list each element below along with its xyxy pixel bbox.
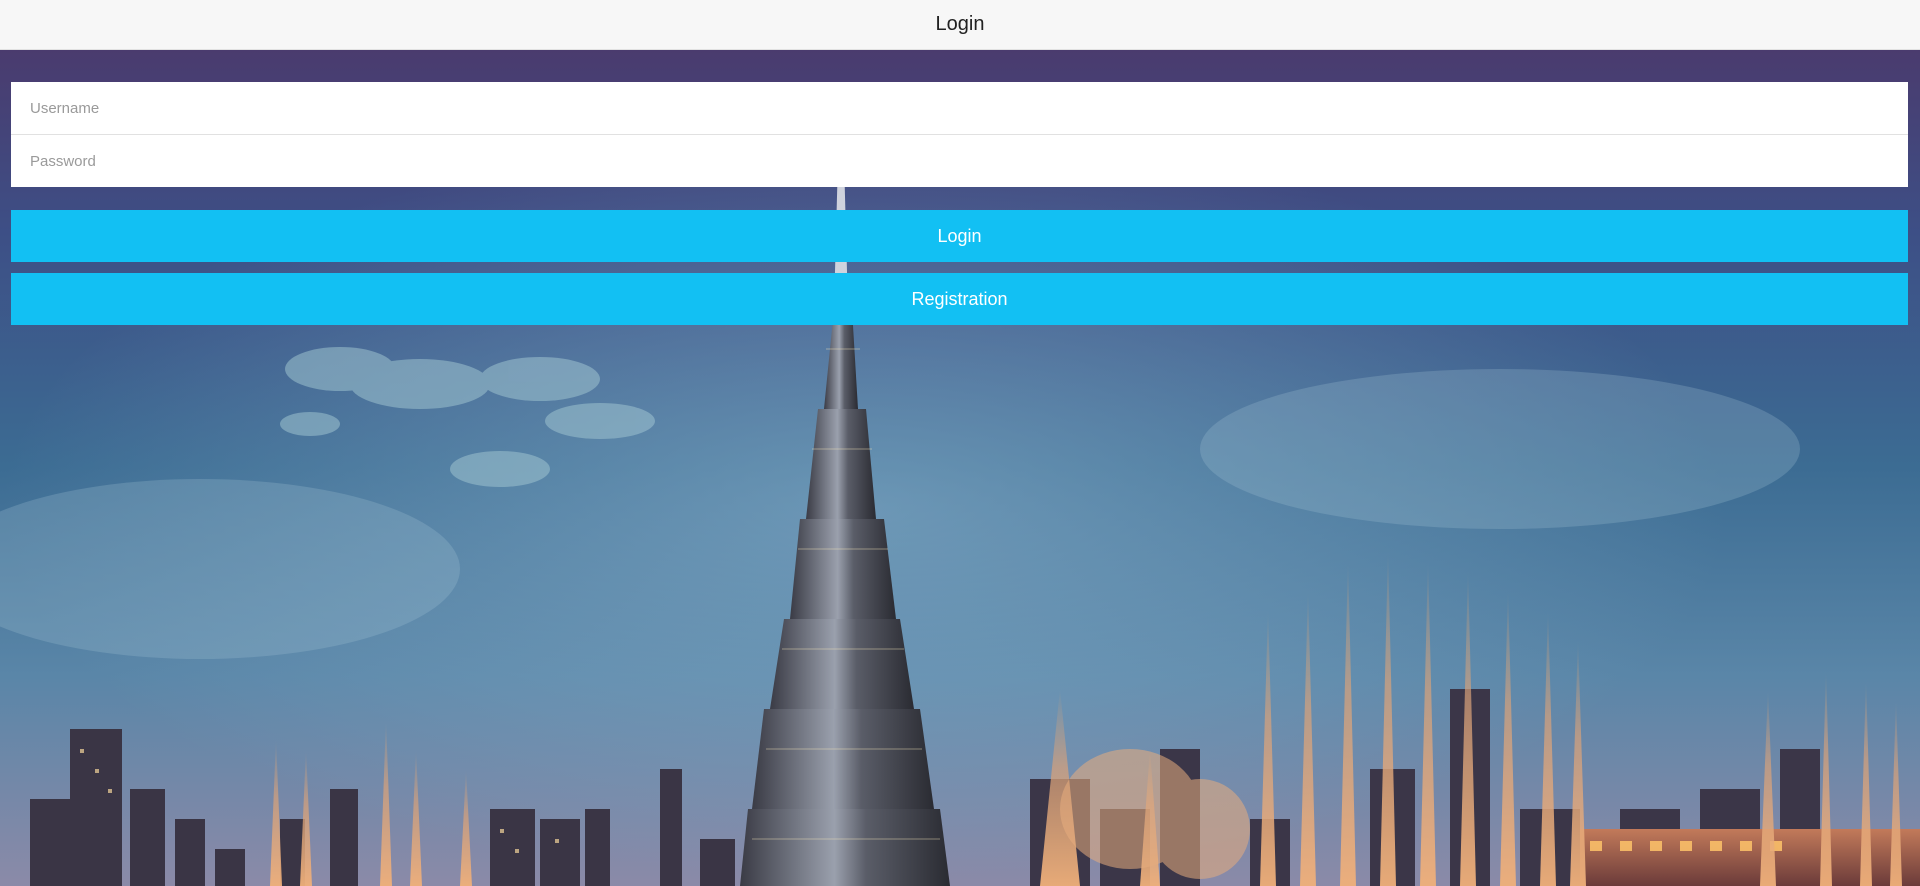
login-form xyxy=(11,82,1908,187)
login-screen: Login Username Login Registration xyxy=(0,0,1920,886)
page-title: Login xyxy=(935,13,985,35)
password-input[interactable] xyxy=(11,135,1908,187)
login-button[interactable]: Login xyxy=(11,210,1908,262)
username-input[interactable] xyxy=(11,82,1908,134)
header-bar: Login xyxy=(0,0,1920,50)
registration-button[interactable]: Registration xyxy=(11,273,1908,325)
